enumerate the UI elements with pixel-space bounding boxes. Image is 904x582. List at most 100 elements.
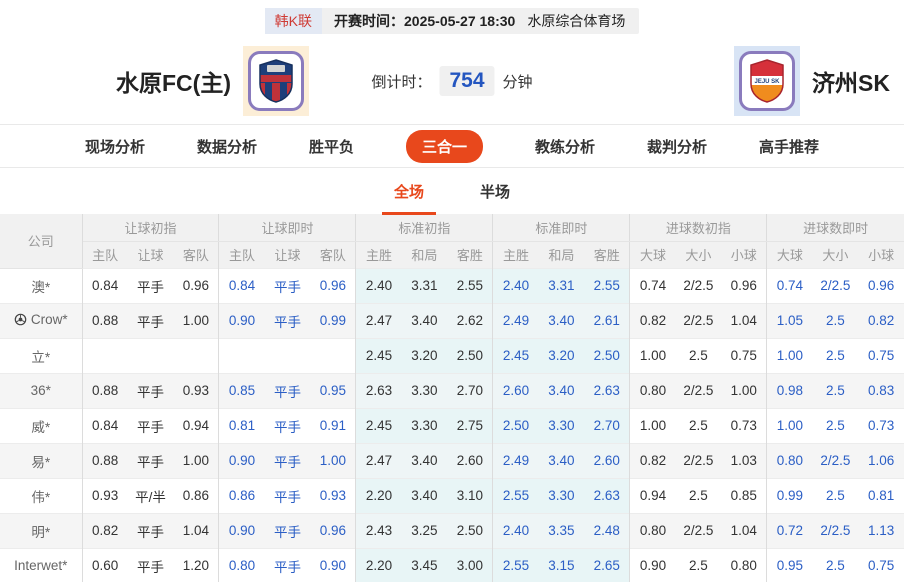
svg-text:JEJU SK: JEJU SK [755,79,781,85]
odds-cell: 3.40 [402,443,448,478]
odds-row: 威*0.84平手0.940.81平手0.912.453.302.752.503.… [0,408,904,443]
odds-cell: 3.15 [539,548,585,582]
odds-cell: 0.80 [630,373,676,408]
odds-cell: 0.84 [82,408,128,443]
odds-cell: 2.63 [584,478,630,513]
odds-cell: 0.90 [310,548,356,582]
odds-cell [82,338,128,373]
odds-cell: 1.05 [767,303,813,338]
company-cell[interactable]: 威* [0,408,82,443]
odds-cell: 3.40 [539,373,585,408]
odds-cell: 1.13 [858,513,904,548]
odds-cell: 0.81 [858,478,904,513]
odds-cell: 0.96 [858,268,904,303]
odds-cell: 平手 [128,548,174,582]
tab-expert-picks[interactable]: 高手推荐 [759,136,819,157]
odds-cell: 3.40 [539,443,585,478]
company-cell[interactable]: Crow* [0,303,82,338]
teams-header: 水原FC(主) 倒计时： 754 分钟 [0,38,904,124]
subtab-half-match[interactable]: 半场 [476,168,514,215]
odds-cell: 0.72 [767,513,813,548]
odds-cell: 2.5 [813,408,859,443]
tab-three-in-one[interactable]: 三合一 [406,130,483,163]
odds-cell: 3.10 [447,478,493,513]
odds-cell: 2.20 [356,478,402,513]
sub-column-header: 让球 [128,241,174,268]
odds-cell: 平/半 [128,478,174,513]
company-name: 明* [31,525,50,540]
odds-cell: 2/2.5 [676,443,722,478]
sub-column-header: 和局 [402,241,448,268]
home-team-logo[interactable] [243,46,309,116]
tab-win-draw-lose[interactable]: 胜平负 [309,136,354,157]
odds-cell: 0.75 [721,338,767,373]
company-cell[interactable]: Interwet* [0,548,82,582]
odds-cell: 0.90 [630,548,676,582]
tab-data-analysis[interactable]: 数据分析 [197,136,257,157]
odds-cell: 0.94 [630,478,676,513]
odds-cell: 2.60 [584,443,630,478]
odds-cell: 0.94 [173,408,219,443]
sub-column-header: 小球 [721,241,767,268]
odds-cell: 平手 [265,443,311,478]
subtab-full-match[interactable]: 全场 [390,168,428,215]
odds-cell: 2.63 [584,373,630,408]
odds-cell: 2/2.5 [813,268,859,303]
company-name: 36* [31,383,51,398]
odds-row: 易*0.88平手1.000.90平手1.002.473.402.602.493.… [0,443,904,478]
odds-cell: 0.98 [767,373,813,408]
odds-cell: 0.88 [82,303,128,338]
odds-cell: 0.95 [767,548,813,582]
odds-cell: 2.60 [447,443,493,478]
away-team-name[interactable]: 济州SK [812,64,890,98]
odds-cell: 1.04 [721,303,767,338]
tab-coach-analysis[interactable]: 教练分析 [535,136,595,157]
odds-cell: 0.82 [630,303,676,338]
odds-cell: 0.60 [82,548,128,582]
odds-cell: 2.5 [813,548,859,582]
odds-cell: 0.82 [630,443,676,478]
company-cell[interactable]: 易* [0,443,82,478]
odds-cell: 0.80 [767,443,813,478]
odds-cell: 0.90 [219,513,265,548]
odds-cell: 2.5 [676,338,722,373]
home-team-name[interactable]: 水原FC(主) [116,64,231,98]
odds-cell: 0.82 [858,303,904,338]
company-cell[interactable]: 澳* [0,268,82,303]
sub-column-header: 小球 [858,241,904,268]
company-name: 易* [31,455,50,470]
kickoff-label: 开赛时间： [334,13,404,29]
sub-column-header: 客胜 [584,241,630,268]
odds-cell: 3.35 [539,513,585,548]
away-team-logo[interactable]: JEJU SK [734,46,800,116]
odds-row: 明*0.82平手1.040.90平手0.962.433.252.502.403.… [0,513,904,548]
odds-cell: 2.47 [356,443,402,478]
company-cell[interactable]: 伟* [0,478,82,513]
odds-cell: 0.88 [82,373,128,408]
odds-cell: 0.86 [173,478,219,513]
company-cell[interactable]: 明* [0,513,82,548]
kickoff-value: 2025-05-27 18:30 [404,13,515,29]
odds-cell: 0.81 [219,408,265,443]
odds-row: 立*2.453.202.502.453.202.501.002.50.751.0… [0,338,904,373]
tab-referee-analysis[interactable]: 裁判分析 [647,136,707,157]
odds-cell: 2.50 [493,408,539,443]
company-name: 立* [31,350,50,365]
company-cell[interactable]: 立* [0,338,82,373]
sub-column-header: 大小 [676,241,722,268]
kickoff-time: 开赛时间：2025-05-27 18:30 [322,8,527,34]
league-badge[interactable]: 韩K联 [265,8,322,34]
odds-cell: 0.96 [173,268,219,303]
soccer-ball-icon [14,313,27,329]
countdown-value: 754 [439,66,494,96]
odds-cell [128,338,174,373]
company-name: 伟* [31,490,50,505]
odds-cell: 0.73 [858,408,904,443]
odds-cell: 0.80 [630,513,676,548]
tab-live-analysis[interactable]: 现场分析 [85,136,145,157]
odds-cell: 2.49 [493,443,539,478]
odds-cell: 2.50 [584,338,630,373]
odds-cell: 2.75 [447,408,493,443]
odds-cell: 2.5 [676,548,722,582]
company-cell[interactable]: 36* [0,373,82,408]
